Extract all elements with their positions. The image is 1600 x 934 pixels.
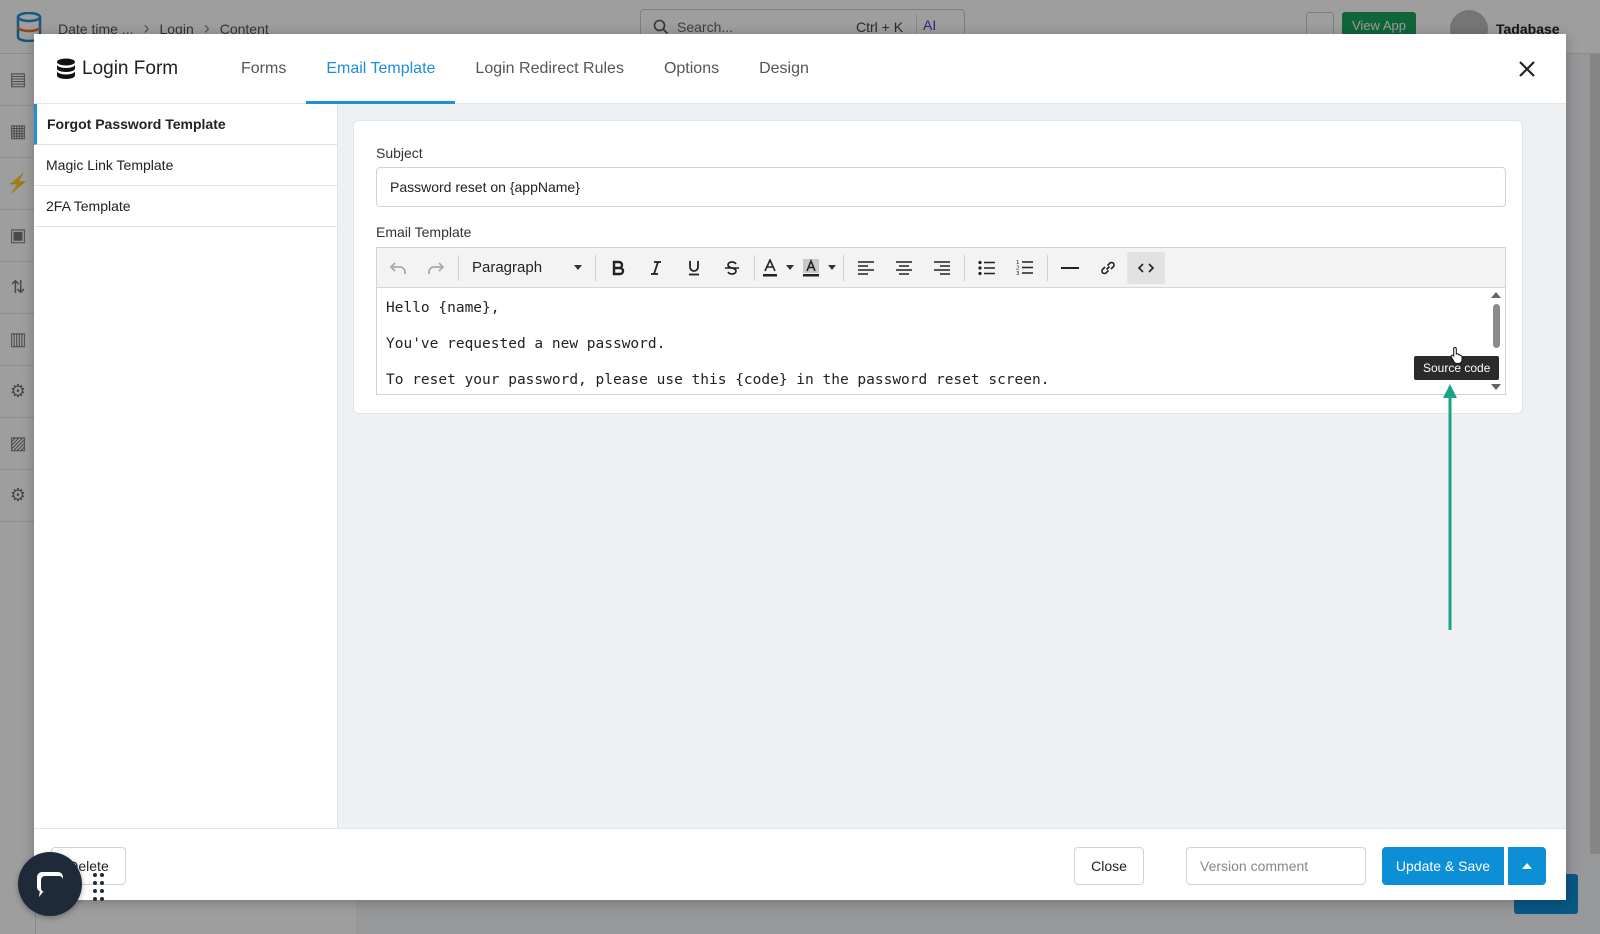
- modal-title-text: Login Form: [82, 58, 179, 79]
- sidebar-item-magic-link[interactable]: Magic Link Template: [34, 145, 337, 186]
- background-color-button[interactable]: [798, 252, 840, 284]
- drag-handle-icon[interactable]: [92, 872, 106, 902]
- strikethrough-icon[interactable]: [713, 252, 751, 284]
- link-icon[interactable]: [1089, 252, 1127, 284]
- tab-login-redirect-rules[interactable]: Login Redirect Rules: [455, 34, 644, 104]
- modal-header: Login Form Forms Email Template Login Re…: [34, 34, 1566, 104]
- align-left-icon[interactable]: [847, 252, 885, 284]
- close-button[interactable]: Close: [1074, 847, 1144, 885]
- subject-label: Subject: [376, 145, 423, 161]
- rich-text-editor: Paragraph 1 2 3 Hello {name}, You've req…: [376, 247, 1506, 395]
- underline-icon[interactable]: [675, 252, 713, 284]
- scroll-up-icon[interactable]: [1491, 292, 1501, 298]
- svg-text:3: 3: [1016, 271, 1020, 276]
- chat-widget-button[interactable]: [18, 852, 82, 916]
- modal-footer: Delete Close Update & Save: [34, 828, 1566, 900]
- sidebar-item-2fa[interactable]: 2FA Template: [34, 186, 337, 227]
- tab-forms[interactable]: Forms: [221, 34, 306, 104]
- editor-body[interactable]: Hello {name}, You've requested a new pas…: [377, 288, 1487, 394]
- source-code-icon[interactable]: [1127, 251, 1165, 284]
- bullet-list-icon[interactable]: [968, 252, 1006, 284]
- horizontal-rule-icon[interactable]: [1051, 252, 1089, 284]
- annotation-arrow-icon: [1443, 384, 1457, 630]
- chat-icon: [37, 872, 63, 897]
- italic-icon[interactable]: [637, 252, 675, 284]
- toolbar-divider: [595, 254, 596, 281]
- toolbar-divider: [1047, 254, 1048, 281]
- redo-icon[interactable]: [417, 252, 455, 284]
- email-template-label: Email Template: [376, 224, 472, 240]
- login-form-modal: Login Form Forms Email Template Login Re…: [34, 34, 1566, 900]
- hand-cursor-icon: [1450, 346, 1463, 364]
- tab-design[interactable]: Design: [739, 34, 829, 104]
- modal-title: Login Form: [56, 58, 178, 80]
- highlight-color-icon: [803, 258, 819, 276]
- sidebar-item-forgot-password[interactable]: Forgot Password Template: [34, 104, 337, 145]
- template-editor-panel: Subject Email Template Paragraph: [338, 104, 1566, 828]
- align-center-icon[interactable]: [885, 252, 923, 284]
- modal-tabs: Forms Email Template Login Redirect Rule…: [221, 34, 829, 104]
- subject-input[interactable]: [376, 167, 1506, 207]
- tab-email-template[interactable]: Email Template: [306, 34, 456, 104]
- editor-toolbar: Paragraph 1 2 3: [377, 248, 1505, 288]
- toolbar-divider: [964, 254, 965, 281]
- toolbar-divider: [754, 254, 755, 281]
- caret-down-icon: [574, 265, 582, 270]
- text-color-button[interactable]: [758, 252, 798, 284]
- template-list: Forgot Password Template Magic Link Temp…: [34, 104, 338, 828]
- body-line: To reset your password, please use this …: [386, 372, 1050, 388]
- tab-options[interactable]: Options: [644, 34, 739, 104]
- caret-up-icon: [1522, 863, 1532, 869]
- body-line: You've requested a new password.: [386, 336, 666, 352]
- align-right-icon[interactable]: [923, 252, 961, 284]
- toolbar-divider: [458, 254, 459, 281]
- caret-down-icon: [828, 265, 836, 270]
- block-format-value: Paragraph: [472, 259, 543, 276]
- close-icon[interactable]: [1514, 56, 1540, 82]
- caret-down-icon: [786, 265, 794, 270]
- version-comment-input[interactable]: [1186, 847, 1366, 885]
- text-color-icon: [763, 258, 777, 276]
- database-icon: [57, 58, 75, 79]
- undo-icon[interactable]: [379, 252, 417, 284]
- toolbar-divider: [843, 254, 844, 281]
- update-save-button[interactable]: Update & Save: [1382, 847, 1504, 885]
- scroll-thumb[interactable]: [1493, 304, 1500, 348]
- block-format-select[interactable]: Paragraph: [462, 252, 592, 284]
- save-options-dropdown[interactable]: [1508, 847, 1546, 885]
- scroll-down-icon[interactable]: [1491, 384, 1501, 390]
- body-line: Hello {name},: [386, 300, 500, 316]
- template-card: Subject Email Template Paragraph: [353, 120, 1523, 414]
- numbered-list-icon[interactable]: 123: [1006, 252, 1044, 284]
- bold-icon[interactable]: [599, 252, 637, 284]
